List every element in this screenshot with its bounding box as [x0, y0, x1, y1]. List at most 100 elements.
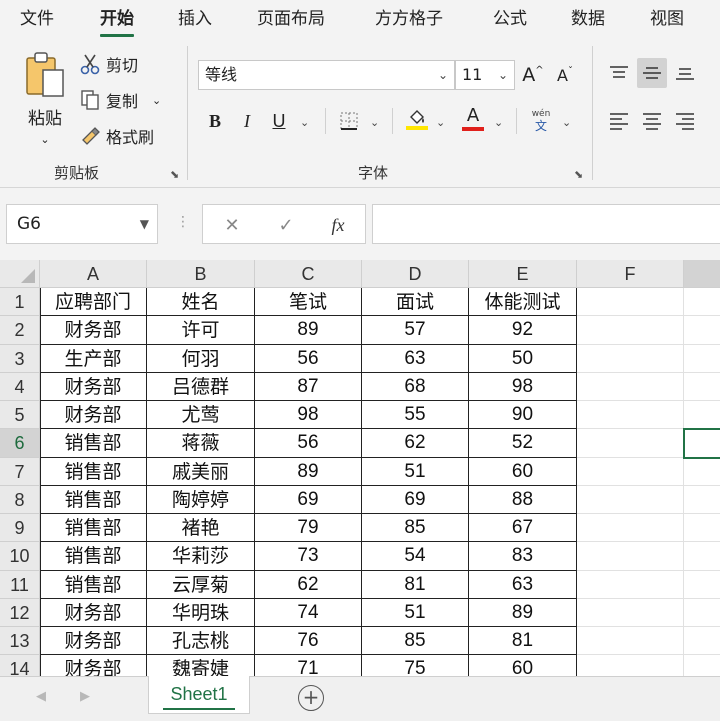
menu-tab-data[interactable]: 数据	[571, 6, 605, 32]
table-cell[interactable]	[684, 458, 720, 486]
table-cell[interactable]: 81	[362, 570, 469, 599]
table-cell[interactable]: 52	[469, 429, 577, 458]
phonetic-dropdown-icon[interactable]: ⌄	[562, 116, 571, 129]
table-cell[interactable]	[684, 599, 720, 627]
table-cell[interactable]: 销售部	[40, 429, 147, 458]
sheet-nav-prev-icon[interactable]: ◀	[36, 689, 46, 704]
table-cell[interactable]: 体能测试	[469, 288, 577, 317]
column-header-b[interactable]: B	[147, 260, 255, 288]
row-header[interactable]: 11	[0, 570, 40, 599]
table-cell[interactable]	[577, 372, 684, 401]
table-cell[interactable]: 姓名	[147, 288, 255, 317]
table-cell[interactable]: 华明珠	[147, 598, 255, 627]
phonetic-button[interactable]: wén 文	[526, 106, 556, 136]
table-cell[interactable]	[577, 288, 684, 317]
underline-button[interactable]: U	[264, 106, 294, 136]
fill-color-dropdown-icon[interactable]: ⌄	[436, 116, 445, 129]
table-cell[interactable]: 财务部	[40, 655, 147, 676]
font-launcher-icon[interactable]: ⬊	[574, 169, 586, 181]
table-cell[interactable]: 蒋薇	[147, 429, 255, 458]
table-cell[interactable]: 华莉莎	[147, 542, 255, 571]
table-cell[interactable]	[684, 288, 720, 317]
table-cell[interactable]: 孔志桃	[147, 627, 255, 656]
formula-input[interactable]	[372, 204, 720, 244]
sheet-nav-next-icon[interactable]: ▶	[80, 689, 90, 704]
table-cell[interactable]: 81	[469, 627, 577, 656]
grow-font-button[interactable]: A ^	[518, 60, 548, 90]
table-cell[interactable]	[684, 514, 720, 543]
table-cell[interactable]	[684, 401, 720, 430]
table-cell[interactable]: 92	[469, 316, 577, 345]
underline-dropdown-icon[interactable]: ⌄	[300, 116, 309, 129]
table-cell[interactable]: 销售部	[40, 485, 147, 514]
table-cell[interactable]	[684, 486, 720, 514]
row-header[interactable]: 10	[0, 542, 40, 571]
align-middle-button[interactable]	[637, 58, 667, 88]
table-cell[interactable]: 63	[362, 344, 469, 373]
border-button[interactable]	[334, 106, 364, 136]
table-cell[interactable]: 笔试	[255, 288, 362, 317]
table-cell[interactable]: 63	[469, 570, 577, 599]
row-header[interactable]: 1	[0, 288, 40, 317]
row-header[interactable]: 3	[0, 344, 40, 373]
insert-function-button[interactable]: fx	[323, 211, 353, 239]
column-header-g[interactable]	[684, 260, 720, 288]
clipboard-launcher-icon[interactable]: ⬊	[170, 169, 182, 181]
cut-button[interactable]: 剪切	[80, 52, 138, 76]
row-header[interactable]: 7	[0, 457, 40, 486]
bold-button[interactable]: B	[200, 106, 230, 136]
fill-color-button[interactable]	[402, 104, 432, 134]
table-cell[interactable]: 85	[362, 514, 469, 543]
confirm-icon[interactable]: ✓	[271, 211, 301, 239]
table-cell[interactable]: 73	[255, 542, 362, 571]
italic-button[interactable]: I	[232, 106, 262, 136]
table-cell[interactable]: 吕德群	[147, 372, 255, 401]
table-cell[interactable]: 62	[255, 570, 362, 599]
table-cell[interactable]: 88	[469, 485, 577, 514]
table-cell[interactable]	[577, 344, 684, 373]
table-cell[interactable]: 98	[255, 401, 362, 430]
column-header-c[interactable]: C	[255, 260, 362, 288]
row-header[interactable]: 9	[0, 514, 40, 543]
align-left-button[interactable]	[604, 106, 634, 136]
table-cell[interactable]: 56	[255, 429, 362, 458]
table-cell[interactable]: 98	[469, 372, 577, 401]
cancel-icon[interactable]: ✕	[217, 211, 247, 239]
table-cell[interactable]	[577, 598, 684, 627]
table-cell[interactable]	[684, 627, 720, 656]
table-cell[interactable]: 74	[255, 598, 362, 627]
table-cell[interactable]: 71	[255, 655, 362, 676]
table-cell[interactable]	[577, 316, 684, 345]
font-color-button[interactable]: A	[458, 104, 488, 134]
align-center-button[interactable]	[637, 106, 667, 136]
table-cell[interactable]: 67	[469, 514, 577, 543]
table-cell[interactable]: 51	[362, 457, 469, 486]
font-name-select[interactable]: 等线 ⌄	[198, 60, 455, 90]
table-cell[interactable]: 60	[469, 655, 577, 676]
table-cell[interactable]: 89	[255, 457, 362, 486]
table-cell[interactable]: 51	[362, 598, 469, 627]
table-cell[interactable]	[577, 655, 684, 676]
table-cell[interactable]: 应聘部门	[40, 288, 147, 317]
table-cell[interactable]: 财务部	[40, 316, 147, 345]
align-right-button[interactable]	[670, 106, 700, 136]
table-cell[interactable]: 69	[255, 485, 362, 514]
table-cell[interactable]: 54	[362, 542, 469, 571]
table-cell[interactable]	[684, 316, 720, 345]
table-cell[interactable]: 89	[255, 316, 362, 345]
name-box[interactable]: G6 ▼	[6, 204, 158, 244]
table-cell[interactable]	[684, 571, 720, 599]
table-cell[interactable]	[577, 485, 684, 514]
menu-tab-page-layout[interactable]: 页面布局	[257, 6, 325, 32]
table-cell[interactable]: 79	[255, 514, 362, 543]
table-cell[interactable]: 财务部	[40, 598, 147, 627]
table-cell[interactable]: 陶婷婷	[147, 485, 255, 514]
table-cell[interactable]	[684, 373, 720, 401]
table-cell[interactable]: 尤莺	[147, 401, 255, 430]
table-cell[interactable]	[684, 655, 720, 676]
select-all-corner[interactable]	[0, 260, 40, 288]
menu-tab-view[interactable]: 视图	[650, 6, 684, 32]
table-cell[interactable]: 83	[469, 542, 577, 571]
table-cell[interactable]: 财务部	[40, 401, 147, 430]
table-cell[interactable]: 财务部	[40, 627, 147, 656]
